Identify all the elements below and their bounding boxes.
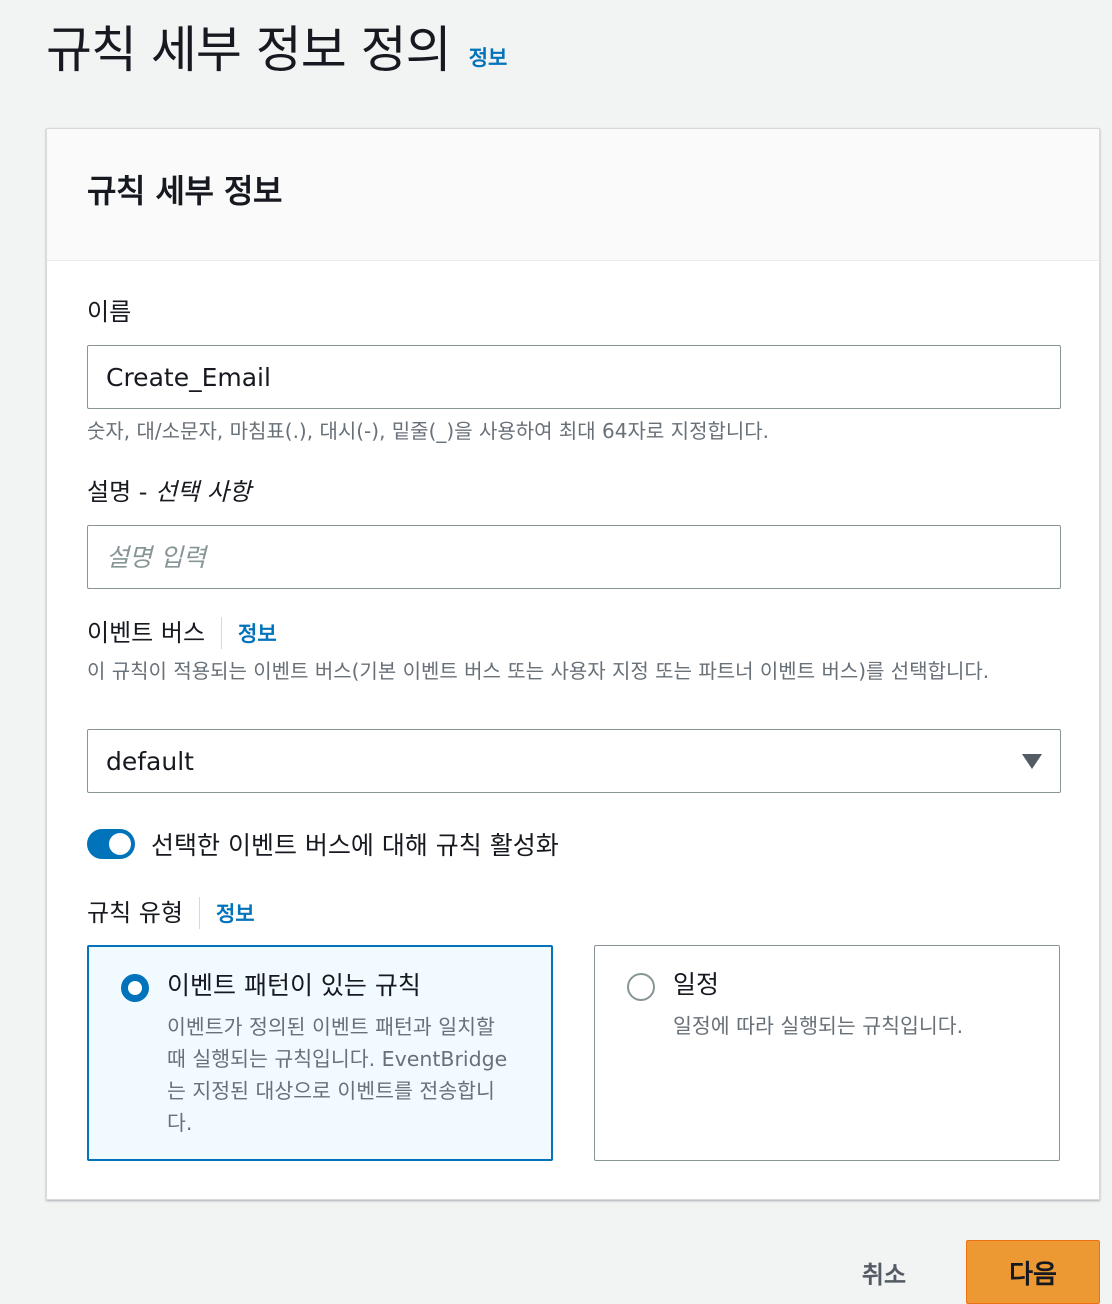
description-label-text: 설명 - [87,478,148,506]
description-input[interactable] [87,525,1061,589]
page-info-link[interactable]: 정보 [469,42,508,72]
divider [198,897,200,929]
name-input[interactable] [87,345,1061,409]
panel-title: 규칙 세부 정보 [87,172,282,210]
rule-type-event-pattern-tile[interactable]: 이벤트 패턴이 있는 규칙 이벤트가 정의된 이벤트 패턴과 일치할 때 실행되… [87,945,553,1161]
enable-rule-row: 선택한 이벤트 버스에 대해 규칙 활성화 [87,826,559,862]
tile-title: 일정 [673,970,720,999]
description-label: 설명 - 선택 사항 [87,475,251,509]
rule-type-label: 규칙 유형 [87,899,183,927]
rule-details-panel: 규칙 세부 정보 이름 숫자, 대/소문자, 마침표(.), 대시(-), 밑줄… [46,128,1100,1200]
page-header: 규칙 세부 정보 정의 정보 [46,18,507,82]
event-bus-selected-value: default [106,746,194,776]
event-bus-label-row: 이벤트 버스 정보 [87,616,277,650]
enable-rule-label: 선택한 이벤트 버스에 대해 규칙 활성화 [151,831,559,860]
cancel-button[interactable]: 취소 [836,1240,932,1304]
name-hint: 숫자, 대/소문자, 마침표(.), 대시(-), 밑줄(_)을 사용하여 최대… [87,419,770,443]
toggle-knob [109,833,131,855]
caret-down-icon [1022,753,1042,769]
optional-text: 선택 사항 [155,478,252,506]
enable-rule-toggle[interactable] [87,829,135,859]
rule-type-label-row: 규칙 유형 정보 [87,896,255,930]
event-bus-info-link[interactable]: 정보 [238,618,277,648]
event-bus-hint: 이 규칙이 적용되는 이벤트 버스(기본 이벤트 버스 또는 사용자 지정 또는… [87,659,990,683]
tile-description: 이벤트가 정의된 이벤트 패턴과 일치할 때 실행되는 규칙입니다. Event… [167,1015,508,1135]
event-bus-label: 이벤트 버스 [87,619,206,647]
divider [221,617,223,649]
radio-unselected-icon[interactable] [627,973,655,1001]
next-button[interactable]: 다음 [966,1240,1100,1304]
rule-type-schedule-tile[interactable]: 일정 일정에 따라 실행되는 규칙입니다. [594,945,1060,1161]
name-label: 이름 [87,298,132,326]
panel-header: 규칙 세부 정보 [47,129,1099,261]
tile-title: 이벤트 패턴이 있는 규칙 [167,971,421,1000]
event-bus-select[interactable]: default [87,729,1061,793]
radio-selected-icon[interactable] [121,974,149,1002]
tile-description: 일정에 따라 실행되는 규칙입니다. [673,1014,964,1038]
rule-type-info-link[interactable]: 정보 [216,898,255,928]
page-title: 규칙 세부 정보 정의 [46,21,452,79]
